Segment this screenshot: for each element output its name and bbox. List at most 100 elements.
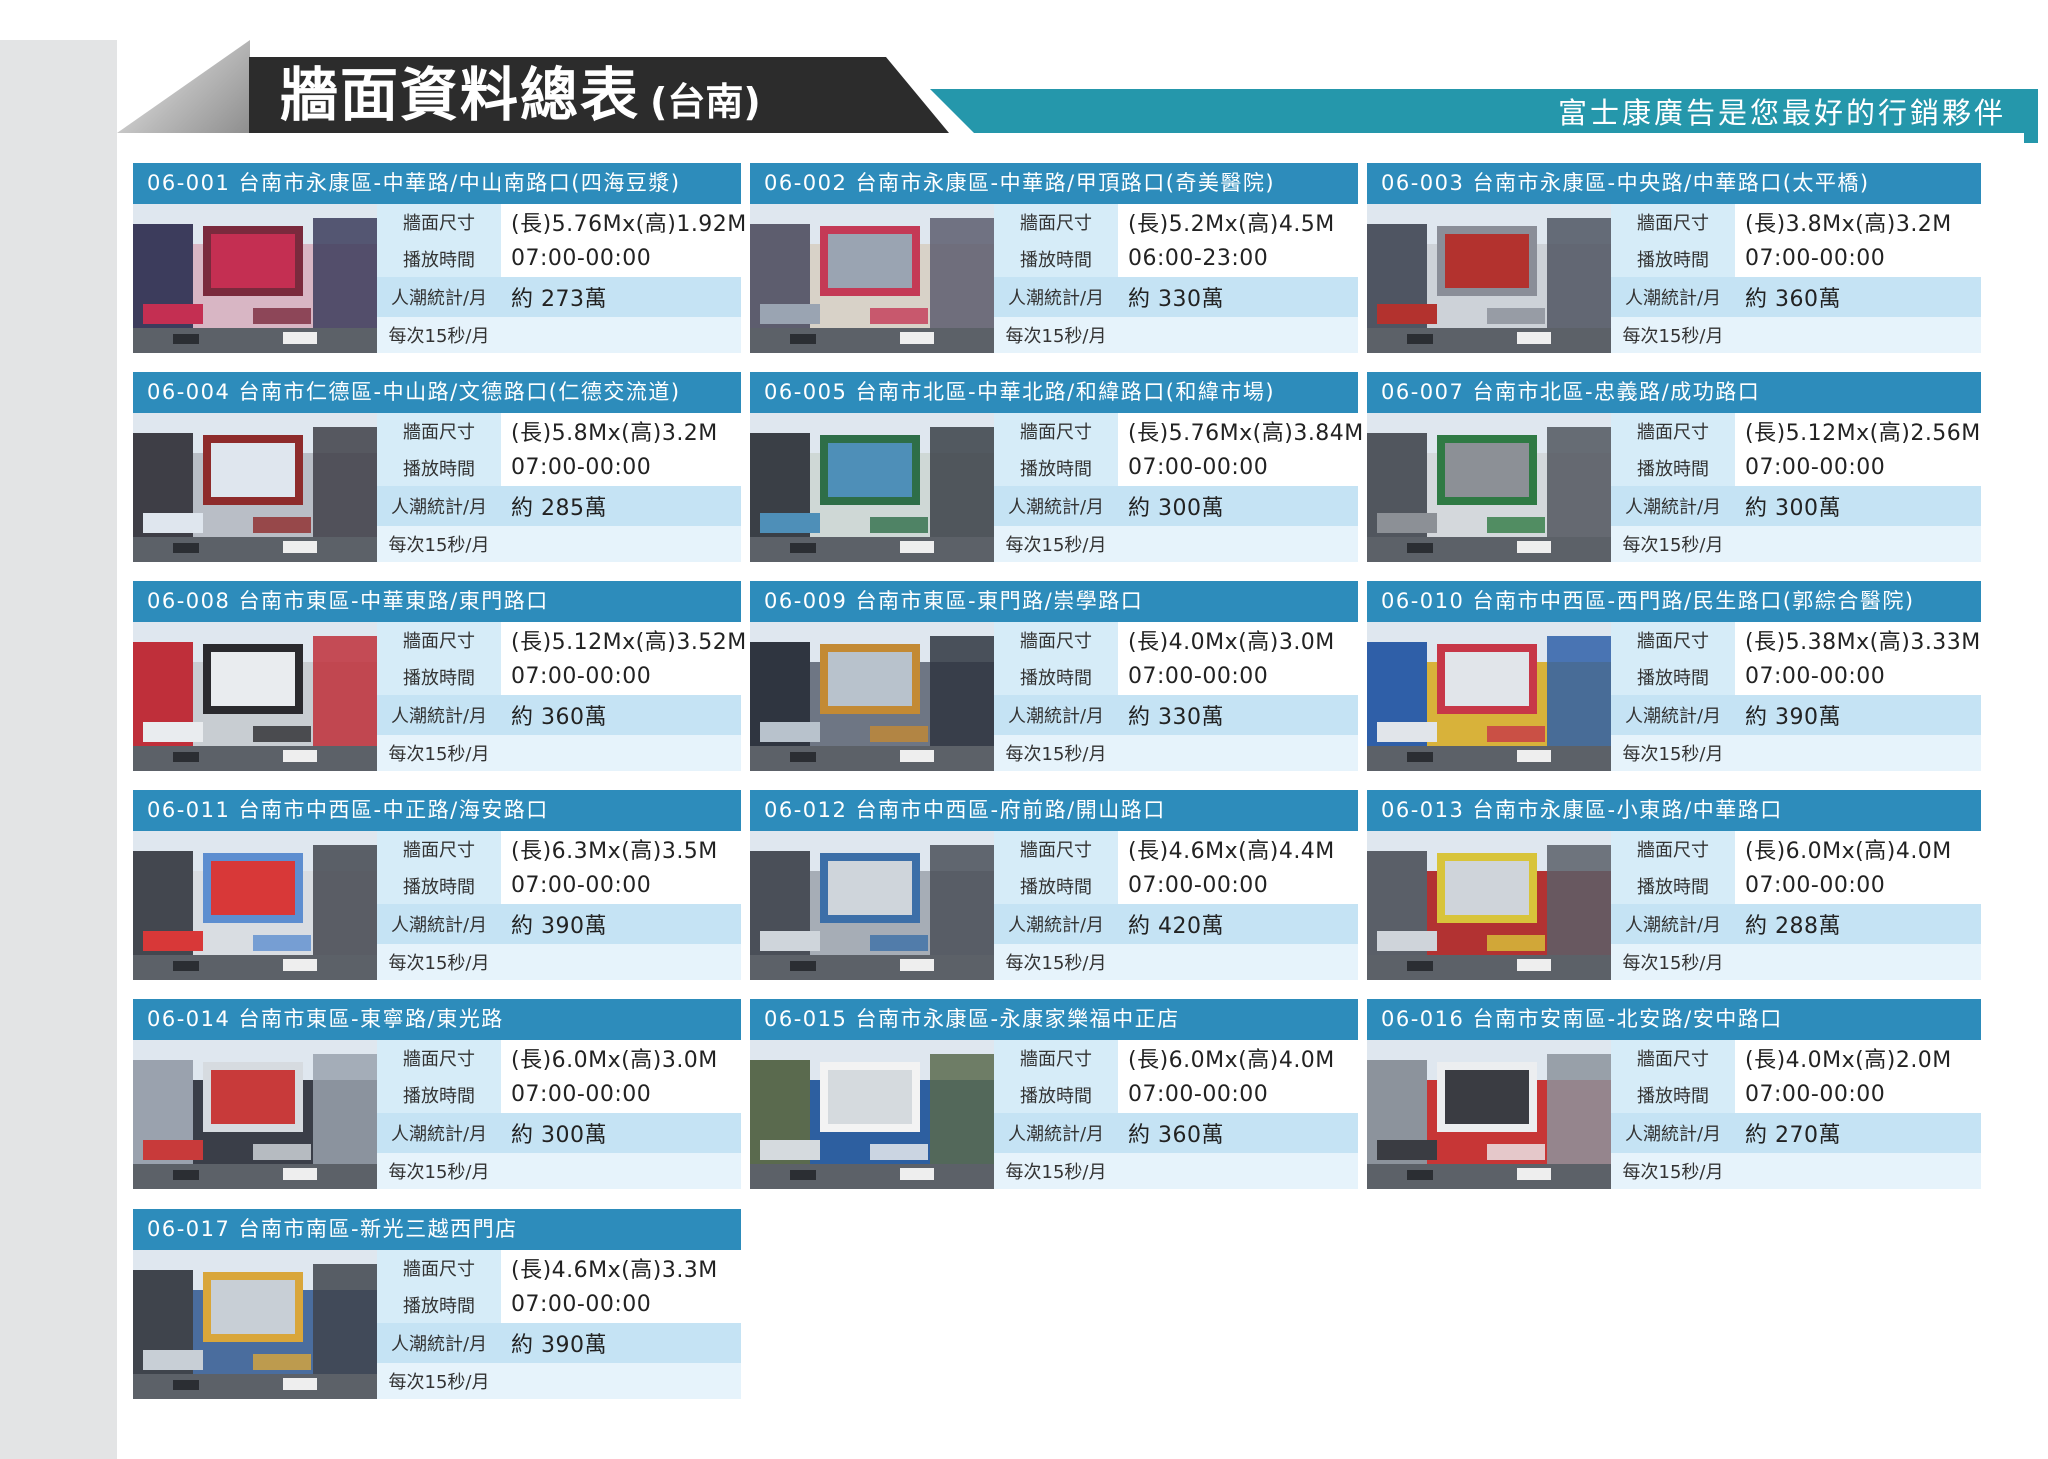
- billboard-photo: [750, 1040, 994, 1189]
- size-row: 牆面尺寸 (長)5.2Mx(高)4.5M: [994, 204, 1358, 240]
- billboard-photo: [133, 1040, 377, 1189]
- size-label: 牆面尺寸: [994, 622, 1118, 658]
- traffic-row: 人潮統計/月約 330萬: [994, 695, 1358, 735]
- size-label: 牆面尺寸: [994, 413, 1118, 449]
- per-slot-label: 每次15秒/月: [377, 1153, 501, 1189]
- billboard-photo-image: [750, 831, 994, 980]
- traffic-value: 約 300萬: [1745, 496, 1841, 521]
- per-row-fill: [1735, 944, 1981, 980]
- traffic-label: 人潮統計/月: [994, 1113, 1118, 1153]
- time-value: 07:00-00:00: [511, 455, 652, 480]
- time-row: 播放時間 07:00-00:00: [377, 449, 741, 486]
- size-label: 牆面尺寸: [1611, 204, 1735, 240]
- time-value: 07:00-00:00: [1745, 455, 1886, 480]
- time-row: 播放時間 07:00-00:00: [377, 240, 741, 277]
- traffic-row: 人潮統計/月約 300萬: [994, 486, 1358, 526]
- size-row: 牆面尺寸 (長)4.6Mx(高)3.3M: [377, 1250, 741, 1286]
- billboard-title: 06-013 台南市永康區-小東路/中華路口: [1367, 790, 1981, 831]
- billboard-photo-image: [750, 204, 994, 353]
- billboard-card: 06-008 台南市東區-中華東路/東門路口 牆面尺寸 (長)5.12Mx(高)3.…: [133, 581, 747, 771]
- billboard-card: 06-014 台南市東區-東寧路/東光路 牆面尺寸 (長)6.0Mx(高)3.0M 播…: [133, 999, 741, 1189]
- size-label: 牆面尺寸: [1611, 1040, 1735, 1076]
- time-label: 播放時間: [994, 1076, 1118, 1113]
- billboard-card: 06-004 台南市仁德區-中山路/文德路口(仁德交流道) 牆面尺寸 (長)5.8M…: [133, 372, 741, 562]
- slogan-text: 富士康廣告是您最好的行銷夥伴: [1557, 96, 2006, 130]
- time-value: 07:00-00:00: [1745, 664, 1886, 689]
- billboard-photo-image: [1367, 1040, 1611, 1189]
- billboard-title: 06-010 台南市中西區-西門路/民生路口(郭綜合醫院): [1367, 581, 1981, 622]
- billboard-photo-image: [133, 831, 377, 980]
- size-label: 牆面尺寸: [994, 204, 1118, 240]
- billboard-title: 06-003 台南市永康區-中央路/中華路口(太平橋): [1367, 163, 1981, 204]
- time-label: 播放時間: [994, 867, 1118, 904]
- size-label: 牆面尺寸: [1611, 831, 1735, 867]
- billboard-photo: [1367, 831, 1611, 980]
- billboard-card: 06-011 台南市中西區-中正路/海安路口 牆面尺寸 (長)6.3Mx(高)3.5…: [133, 790, 741, 980]
- size-value: (長)6.0Mx(高)3.0M: [511, 1048, 718, 1073]
- traffic-row: 人潮統計/月約 273萬: [377, 277, 741, 317]
- size-label: 牆面尺寸: [377, 831, 501, 867]
- time-label: 播放時間: [1611, 449, 1735, 486]
- billboard-title: 06-009 台南市東區-東門路/崇學路口: [750, 581, 1358, 622]
- traffic-value: 約 270萬: [1745, 1123, 1841, 1148]
- time-value: 07:00-00:00: [1128, 873, 1269, 898]
- traffic-value: 約 288萬: [1745, 914, 1841, 939]
- billboard-card: 06-010 台南市中西區-西門路/民生路口(郭綜合醫院) 牆面尺寸 (長)5.38…: [1367, 581, 1981, 771]
- size-value: (長)5.8Mx(高)3.2M: [511, 421, 718, 446]
- traffic-label: 人潮統計/月: [994, 695, 1118, 735]
- billboard-title: 06-017 台南市南區-新光三越西門店: [133, 1209, 741, 1250]
- traffic-label: 人潮統計/月: [1611, 1113, 1735, 1153]
- size-label: 牆面尺寸: [377, 1040, 501, 1076]
- time-row: 播放時間 07:00-00:00: [1611, 867, 1981, 904]
- time-value: 07:00-00:00: [1128, 455, 1269, 480]
- traffic-label: 人潮統計/月: [377, 1113, 501, 1153]
- traffic-label: 人潮統計/月: [377, 904, 501, 944]
- time-row: 播放時間 06:00-23:00: [994, 240, 1358, 277]
- time-label: 播放時間: [377, 240, 501, 277]
- traffic-label: 人潮統計/月: [994, 277, 1118, 317]
- size-row: 牆面尺寸 (長)6.0Mx(高)4.0M: [994, 1040, 1358, 1076]
- page-title: 牆面資料總表 (台南): [280, 60, 761, 130]
- billboard-card: 06-002 台南市永康區-中華路/甲頂路口(奇美醫院) 牆面尺寸 (長)5.2Mx…: [750, 163, 1358, 353]
- billboard-photo-image: [1367, 204, 1611, 353]
- time-row: 播放時間 07:00-00:00: [1611, 658, 1981, 695]
- time-label: 播放時間: [377, 1076, 501, 1113]
- size-row: 牆面尺寸 (長)5.12Mx(高)3.52M: [377, 622, 747, 658]
- traffic-row: 人潮統計/月約 330萬: [994, 277, 1358, 317]
- size-label: 牆面尺寸: [377, 413, 501, 449]
- slogan-banner-tab: [2024, 89, 2038, 143]
- per-slot-label: 每次15秒/月: [1611, 735, 1735, 771]
- billboard-title: 06-002 台南市永康區-中華路/甲頂路口(奇美醫院): [750, 163, 1358, 204]
- time-row: 播放時間 07:00-00:00: [994, 1076, 1358, 1113]
- size-row: 牆面尺寸 (長)6.0Mx(高)4.0M: [1611, 831, 1981, 867]
- traffic-value: 約 390萬: [511, 1333, 607, 1358]
- traffic-value: 約 273萬: [511, 287, 607, 312]
- traffic-row: 人潮統計/月約 390萬: [1611, 695, 1981, 735]
- per-slot-label: 每次15秒/月: [1611, 1153, 1735, 1189]
- billboard-title: 06-016 台南市安南區-北安路/安中路口: [1367, 999, 1981, 1040]
- per-slot-label: 每次15秒/月: [994, 944, 1118, 980]
- time-row: 播放時間 07:00-00:00: [994, 867, 1358, 904]
- billboard-title: 06-005 台南市北區-中華北路/和緯路口(和緯市場): [750, 372, 1358, 413]
- time-row: 播放時間 07:00-00:00: [377, 1076, 741, 1113]
- per-slot-label: 每次15秒/月: [994, 735, 1118, 771]
- per-row-fill: [1735, 526, 1981, 562]
- billboard-photo: [133, 1250, 377, 1399]
- time-row: 播放時間 07:00-00:00: [377, 658, 741, 695]
- time-label: 播放時間: [1611, 867, 1735, 904]
- time-row: 播放時間 07:00-00:00: [1611, 240, 1981, 277]
- size-value: (長)5.12Mx(高)3.52M: [511, 630, 747, 655]
- time-row: 播放時間 07:00-00:00: [377, 867, 741, 904]
- time-value: 07:00-00:00: [1128, 664, 1269, 689]
- traffic-label: 人潮統計/月: [377, 277, 501, 317]
- traffic-row: 人潮統計/月約 360萬: [994, 1113, 1358, 1153]
- traffic-label: 人潮統計/月: [994, 904, 1118, 944]
- per-row-fill: [1118, 1153, 1358, 1189]
- billboard-photo-image: [133, 204, 377, 353]
- time-value: 07:00-00:00: [511, 1082, 652, 1107]
- traffic-value: 約 390萬: [1745, 705, 1841, 730]
- per-slot-label: 每次15秒/月: [994, 317, 1118, 353]
- time-value: 06:00-23:00: [1128, 246, 1269, 271]
- traffic-value: 約 420萬: [1128, 914, 1224, 939]
- per-row-fill: [1118, 317, 1358, 353]
